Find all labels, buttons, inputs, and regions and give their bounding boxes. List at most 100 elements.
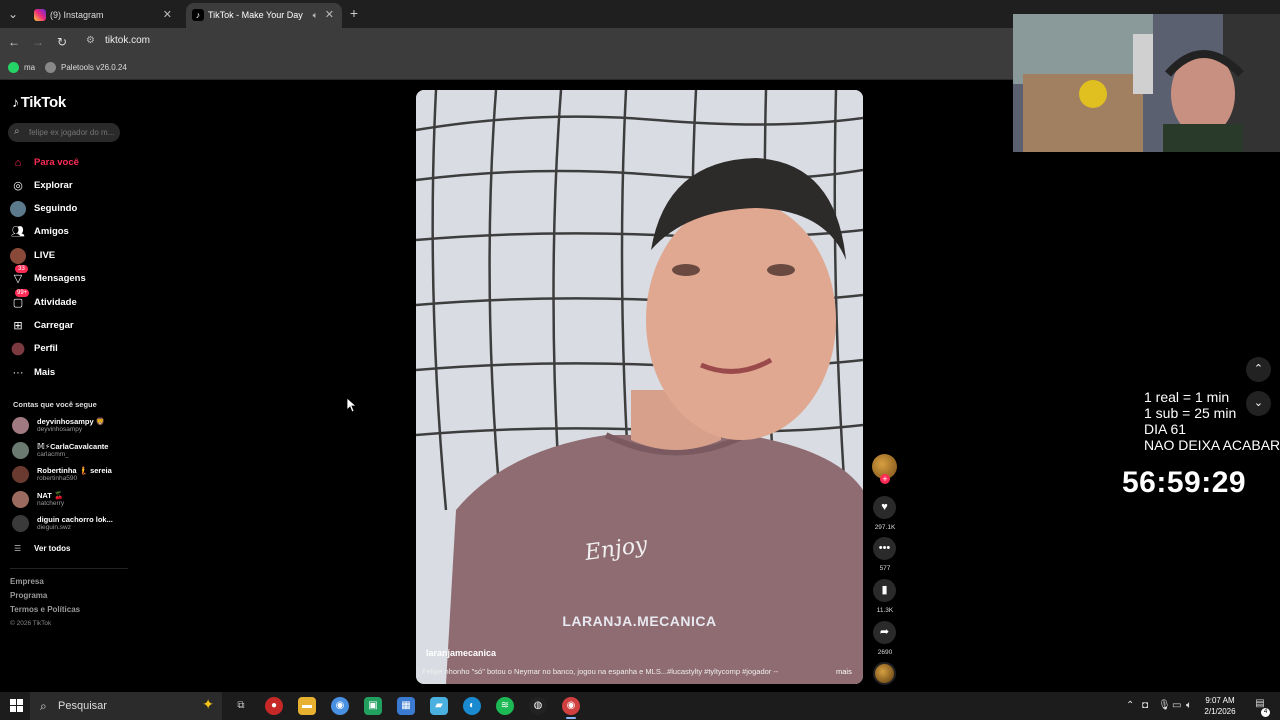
nav-label: Perfil	[34, 343, 58, 354]
system-clock[interactable]: 9:07 AM 2/1/2026	[1200, 695, 1240, 717]
upload-icon: ⊞	[13, 320, 23, 332]
new-tab-button[interactable]: +	[346, 4, 362, 22]
app-icon[interactable]: ▣	[364, 697, 382, 715]
see-all-button[interactable]: ☰ Ver todos	[14, 544, 70, 553]
music-disc-icon[interactable]	[873, 662, 896, 685]
tiktok-sidebar: ♪TikTok ⌕ ⌂ Para você ◎ Explorar Seguind…	[0, 80, 140, 692]
tab-instagram[interactable]: (9) Instagram ✕	[28, 3, 180, 28]
share-button[interactable]: ➦	[873, 621, 896, 644]
bookmark-ma[interactable]: ma	[8, 61, 35, 75]
tab-title: TikTok - Make Your Day	[208, 10, 303, 20]
like-count: 297.1K	[874, 524, 896, 531]
account-handle: carlacmm_	[37, 451, 69, 458]
nav-atividade[interactable]: ▢ 99+ Atividade	[10, 289, 130, 312]
nav-live[interactable]: LIVE	[10, 247, 130, 265]
account-item[interactable]: Robertinha 🧜 sereia robertinha590	[12, 465, 132, 485]
nav-label: LIVE	[34, 250, 56, 261]
copilot-sparkle-icon: ✦	[202, 696, 214, 712]
nav-mais[interactable]: ··· Mais	[10, 364, 130, 382]
nav-seguindo[interactable]: Seguindo	[10, 200, 130, 218]
comment-count: 577	[879, 565, 891, 572]
account-handle: natcherry	[37, 500, 65, 507]
video-frame: Enjoy	[416, 90, 863, 684]
tab-search-chevron-icon[interactable]: ⌄	[4, 5, 22, 23]
notes-icon[interactable]: ▰	[430, 697, 448, 715]
tray-app-icon[interactable]: ◘	[1142, 700, 1148, 711]
account-item[interactable]: 𝕄⚡CarlaCavalcante carlacmm_	[12, 441, 132, 461]
previous-video-button[interactable]: ⌃	[1246, 357, 1271, 382]
chrome-icon[interactable]: ◉	[331, 697, 349, 715]
tiktok-logo[interactable]: ♪ TikTok	[12, 94, 66, 111]
webcam-feed	[1013, 14, 1280, 152]
nav-perfil[interactable]: Perfil	[10, 340, 130, 358]
search-input[interactable]	[29, 125, 117, 140]
close-tab-icon[interactable]: ✕	[325, 3, 334, 28]
tab-tiktok[interactable]: ♪ TikTok - Make Your Day 🔈︎ ✕	[186, 3, 342, 28]
chrome-active-icon[interactable]: ◉	[562, 697, 580, 715]
account-name: NAT 🍒	[37, 491, 64, 500]
tab-title: (9) Instagram	[50, 10, 104, 20]
account-item[interactable]: deyvinhosampy 🦁 deyvinhosampy	[12, 416, 132, 436]
more-button[interactable]: mais	[836, 667, 852, 676]
site-info-icon[interactable]: ⚙	[86, 35, 95, 46]
forward-icon[interactable]: →	[30, 34, 46, 50]
network-icon[interactable]: ▭	[1172, 700, 1181, 711]
video-player[interactable]: Enjoy LARANJA.MECANICA laranjamecanica F…	[416, 90, 863, 684]
microphone-icon[interactable]: 🎙︎	[1158, 700, 1171, 711]
account-name: 𝕄⚡CarlaCavalcante	[37, 442, 109, 451]
clock-date: 2/1/2026	[1204, 707, 1236, 716]
edge-icon[interactable]: ◐	[463, 697, 481, 715]
task-view-icon[interactable]: ⧉	[232, 697, 250, 715]
nav-amigos[interactable]: 👥︎ Amigos	[10, 223, 130, 241]
close-tab-icon[interactable]: ✕	[163, 3, 172, 28]
footer-link-termos[interactable]: Termos e Políticas	[10, 605, 80, 614]
nav-carregar[interactable]: ⊞ Carregar	[10, 317, 130, 335]
like-button[interactable]: ♥	[873, 496, 896, 519]
search-box[interactable]: ⌕	[8, 123, 120, 142]
avatar	[12, 491, 29, 508]
nav-label: Mais	[34, 367, 56, 378]
video-caption: Felipe nhonho "só" botou o Neymar no ban…	[422, 667, 779, 676]
instagram-icon	[34, 9, 46, 21]
url-field[interactable]: ⚙ tiktok.com	[80, 31, 1010, 53]
messages-badge: 33	[15, 265, 28, 273]
whatsapp-icon	[8, 62, 19, 74]
account-item[interactable]: diguin cachorro lok... dieguin.swz	[12, 514, 132, 534]
notification-count: 4	[1261, 708, 1270, 717]
stream-line: 1 real = 1 min	[1144, 389, 1230, 405]
comment-button[interactable]: •••	[873, 537, 896, 560]
volume-icon[interactable]: 🔈︎	[1186, 700, 1192, 711]
tray-chevron-icon[interactable]: ⌃	[1126, 700, 1134, 711]
notifications-icon[interactable]: ▤ 4	[1252, 698, 1270, 717]
footer-link-programa[interactable]: Programa	[10, 591, 47, 600]
nav-label: Atividade	[34, 297, 77, 308]
reload-icon[interactable]: ↻	[54, 34, 70, 50]
mouse-cursor-icon	[347, 398, 357, 413]
nav-para-voce[interactable]: ⌂ Para você	[10, 154, 130, 172]
video-author[interactable]: laranjamecanica	[426, 648, 496, 658]
speaker-icon[interactable]: 🔈︎	[313, 3, 318, 28]
file-explorer-icon[interactable]: ▬	[298, 697, 316, 715]
recorder-icon[interactable]: ●	[265, 697, 283, 715]
windows-taskbar: ⌕ Pesquisar ✦ ⧉ ● ▬ ◉ ▣ ▦ ▰ ◐ ≋ ◍ ◉ ⌃ ◘ …	[0, 692, 1280, 720]
windows-start-icon[interactable]	[10, 699, 24, 713]
follow-plus-icon[interactable]: +	[880, 474, 890, 484]
store-icon[interactable]: ▦	[397, 697, 415, 715]
account-handle: dieguin.swz	[37, 524, 71, 531]
bookmark-button[interactable]: ▮	[873, 579, 896, 602]
bookmark-paletools[interactable]: Paletools v26.0.24	[45, 61, 127, 75]
nav-mensagens[interactable]: ▽ 33 Mensagens	[10, 265, 130, 288]
avatar	[12, 515, 29, 532]
obs-icon[interactable]: ◍	[529, 697, 547, 715]
taskbar-search[interactable]: ⌕ Pesquisar ✦	[30, 692, 222, 720]
nav-explorar[interactable]: ◎ Explorar	[10, 177, 130, 195]
compass-icon: ◎	[13, 180, 23, 192]
profile-icon	[11, 342, 25, 356]
tiktok-note-icon: ♪	[12, 94, 19, 110]
footer-link-empresa[interactable]: Empresa	[10, 577, 44, 586]
spotify-icon[interactable]: ≋	[496, 697, 514, 715]
following-accounts-title: Contas que você segue	[13, 400, 97, 409]
back-icon[interactable]: ←	[6, 34, 22, 50]
nav-label: Carregar	[34, 320, 74, 331]
account-item[interactable]: NAT 🍒 natcherry	[12, 490, 132, 510]
